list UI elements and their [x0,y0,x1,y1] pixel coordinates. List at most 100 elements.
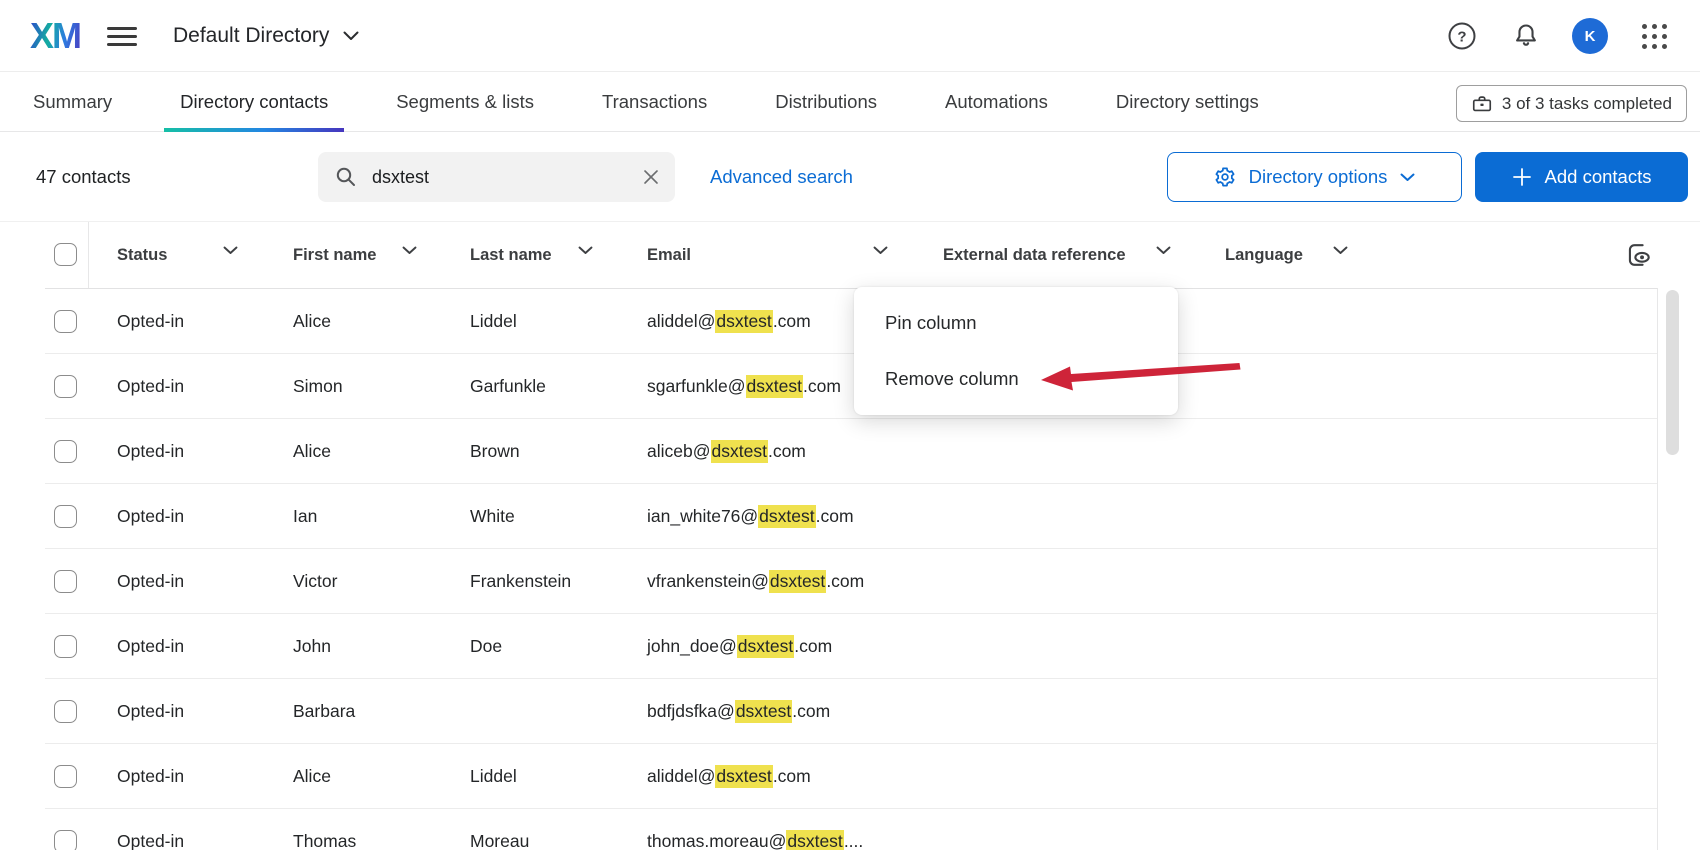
cell-first-name: Barbara [293,679,355,744]
cell-first-name: Alice [293,289,331,354]
briefcase-icon [1471,93,1493,115]
svg-text:?: ? [1457,29,1466,46]
gear-icon [1214,166,1236,188]
tasks-completed-label: 3 of 3 tasks completed [1502,94,1672,114]
row-checkbox[interactable] [54,440,77,463]
cell-first-name: Victor [293,549,337,614]
tab-label: Directory settings [1116,91,1259,113]
tab-directory-settings[interactable]: Directory settings [1116,72,1259,132]
directory-selector-label: Default Directory [173,24,329,48]
email-prefix: aliddel@ [647,311,715,332]
plus-icon [1512,167,1532,187]
add-contacts-button[interactable]: Add contacts [1475,152,1688,202]
email-prefix: john_doe@ [647,636,737,657]
cell-first-name: John [293,614,331,679]
email-prefix: thomas.moreau@ [647,831,786,850]
tasks-completed-button[interactable]: 3 of 3 tasks completed [1456,85,1687,122]
add-contacts-label: Add contacts [1545,166,1652,188]
table-row: Opted-in Ian White ian_white76@dsxtest.c… [45,484,1657,549]
cell-status: Opted-in [117,679,184,744]
avatar[interactable]: K [1572,18,1608,54]
column-header-status: Status [117,222,167,288]
row-checkbox[interactable] [54,570,77,593]
tab-segments-lists[interactable]: Segments & lists [396,72,534,132]
cell-last-name: Liddel [470,289,517,354]
help-icon[interactable]: ? [1444,18,1480,54]
cell-status: Opted-in [117,354,184,419]
first-name-column-chevron-icon[interactable] [402,246,417,255]
cell-first-name: Simon [293,354,343,419]
search-box [318,152,675,202]
hamburger-menu-icon[interactable] [107,22,137,50]
xm-directory-screen: XM Default Directory ? K [0,0,1700,850]
advanced-search-link[interactable]: Advanced search [710,132,853,222]
table-row: Opted-in Alice Liddel aliddel@dsxtest.co… [45,744,1657,809]
last-name-column-chevron-icon[interactable] [578,246,593,255]
email-search-highlight: dsxtest [786,830,843,850]
vertical-scrollbar-thumb[interactable] [1666,290,1679,455]
row-checkbox[interactable] [54,830,77,850]
cell-status: Opted-in [117,419,184,484]
cell-first-name: Thomas [293,809,356,850]
cell-email: aliddel@dsxtest.com [647,289,811,354]
menu-item-pin-column[interactable]: Pin column [854,295,1178,351]
tab-automations[interactable]: Automations [945,72,1048,132]
email-prefix: vfrankenstein@ [647,571,769,592]
tab-label: Distributions [775,91,877,113]
topbar-icons: ? K [1444,0,1700,72]
email-search-highlight: dsxtest [715,765,772,788]
row-checkbox[interactable] [54,700,77,723]
table-row: Opted-in Barbara bdfjdsfka@dsxtest.com [45,679,1657,744]
tab-distributions[interactable]: Distributions [775,72,877,132]
app-grid-icon[interactable] [1636,18,1672,54]
email-suffix: .com [794,636,832,657]
email-column-chevron-icon[interactable] [873,246,888,255]
table-row: Opted-in Thomas Moreau thomas.moreau@dsx… [45,809,1657,850]
status-column-chevron-icon[interactable] [223,246,238,255]
table-row: Opted-in Simon Garfunkle sgarfunkle@dsxt… [45,354,1657,419]
contacts-toolbar: 47 contacts Advanced search [0,132,1700,222]
tab-label: Transactions [602,91,707,113]
menu-item-remove-column[interactable]: Remove column [854,351,1178,407]
directory-options-label: Directory options [1249,166,1388,188]
email-suffix: .com [816,506,854,527]
cell-last-name: Frankenstein [470,549,571,614]
directory-selector[interactable]: Default Directory [173,0,359,72]
email-search-highlight: dsxtest [735,700,792,723]
xm-logo: XM [30,14,80,58]
row-checkbox[interactable] [54,635,77,658]
column-visibility-icon[interactable] [1623,240,1653,270]
row-checkbox[interactable] [54,765,77,788]
tab-transactions[interactable]: Transactions [602,72,707,132]
clear-search-icon[interactable] [643,169,659,185]
row-checkbox[interactable] [54,375,77,398]
row-checkbox[interactable] [54,505,77,528]
directory-options-button[interactable]: Directory options [1167,152,1462,202]
contacts-count: 47 contacts [36,132,131,222]
email-suffix: .com [803,376,841,397]
cell-first-name: Ian [293,484,317,549]
row-checkbox[interactable] [54,310,77,333]
cell-status: Opted-in [117,289,184,354]
column-header-email: Email [647,222,691,288]
tab-summary[interactable]: Summary [33,72,112,132]
email-prefix: aliceb@ [647,441,711,462]
cell-last-name: Garfunkle [470,354,546,419]
cell-email: aliceb@dsxtest.com [647,419,806,484]
external-data-reference-column-chevron-icon[interactable] [1156,246,1171,255]
tab-directory-contacts[interactable]: Directory contacts [180,72,328,132]
contacts-table-body: Opted-in Alice Liddel aliddel@dsxtest.co… [45,288,1658,850]
email-search-highlight: dsxtest [715,310,772,333]
email-prefix: bdfjdsfka@ [647,701,735,722]
select-all-checkbox[interactable] [54,243,77,266]
email-suffix: .... [844,831,863,850]
cell-email: ian_white76@dsxtest.com [647,484,854,549]
language-column-chevron-icon[interactable] [1333,246,1348,255]
email-suffix: .com [773,311,811,332]
table-row: Opted-in Alice Brown aliceb@dsxtest.com [45,419,1657,484]
table-row: Opted-in Alice Liddel aliddel@dsxtest.co… [45,289,1657,354]
search-input[interactable] [372,167,629,188]
email-suffix: .com [773,766,811,787]
email-prefix: ian_white76@ [647,506,758,527]
notifications-bell-icon[interactable] [1508,18,1544,54]
